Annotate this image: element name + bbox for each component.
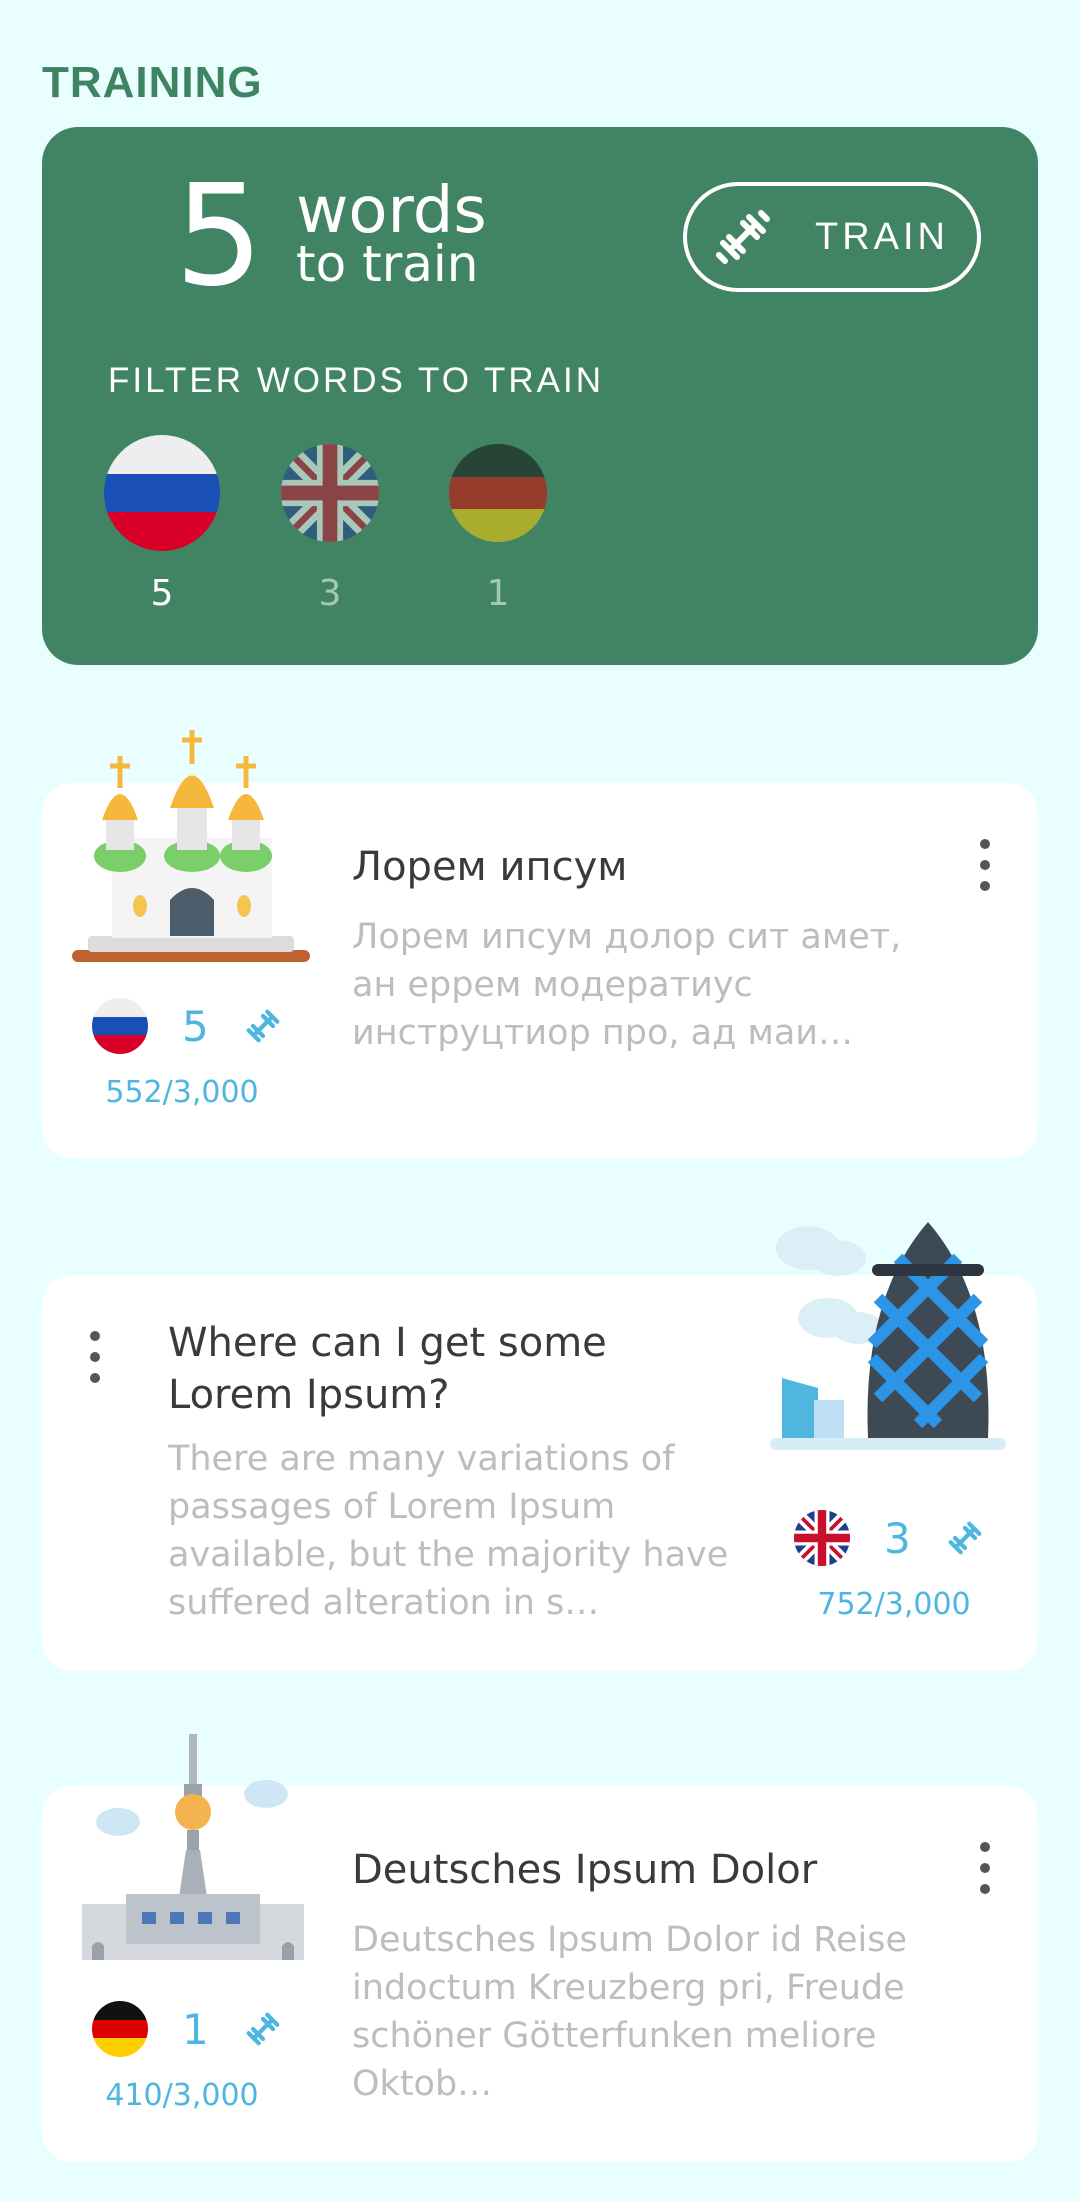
filter-english[interactable]: 3 [260,435,400,614]
uk-flag-icon [281,444,379,542]
lesson-title: Where can I get some Lorem Ipsum? [168,1320,607,1418]
berlin-tower-illustration [82,1734,304,1960]
filter-german-count: 1 [486,573,510,614]
training-card: 5 words to train TRAIN FILTER WORDS TO T… [42,127,1038,665]
russia-flag-icon [104,435,220,551]
london-gherkin-illustration [770,1222,1006,1450]
words-label: words [296,174,487,248]
train-button[interactable]: TRAIN [683,182,981,292]
filter-russian[interactable]: 5 [92,435,232,614]
lesson-title: Лорем ипсум [352,844,628,890]
lesson-description: Лорем ипсум долор сит амет, ан еррем мод… [352,917,902,1053]
lesson-stats: 5 [92,998,283,1054]
lesson-train-count: 3 [884,1513,911,1563]
lesson-stats: 1 [92,2001,283,2057]
uk-flag-icon [794,1510,850,1566]
train-button-label: TRAIN [815,215,949,258]
germany-flag-icon [92,2001,148,2057]
to-train-label: to train [296,235,479,293]
lesson-progress: 552/3,000 [105,1075,259,1110]
words-to-train-count: 5 [174,155,264,318]
kebab-menu-icon[interactable] [970,835,1000,895]
lesson-stats: 3 [794,1510,985,1566]
germany-flag-icon [449,444,547,542]
kebab-menu-icon[interactable] [80,1327,110,1387]
section-title: TRAINING [42,58,263,107]
kebab-menu-icon[interactable] [970,1838,1000,1898]
lesson-title: Deutsches Ipsum Dolor [352,1847,818,1893]
filter-english-count: 3 [318,573,342,614]
lesson-train-count: 5 [182,1001,209,1051]
lesson-description: Deutsches Ipsum Dolor id Reise indoctum … [352,1920,907,2104]
filter-german[interactable]: 1 [428,435,568,614]
filter-russian-count: 5 [150,573,174,614]
filter-title: FILTER WORDS TO TRAIN [108,361,605,400]
dumbbell-icon [246,1009,280,1043]
dumbbell-icon [948,1521,982,1555]
russia-flag-icon [92,998,148,1054]
dumbbell-icon [716,210,770,264]
lesson-progress: 752/3,000 [817,1587,971,1622]
lesson-progress: 410/3,000 [105,2078,259,2113]
lesson-train-count: 1 [182,2004,209,2054]
lesson-description: There are many variations of passages of… [168,1439,729,1623]
dumbbell-icon [246,2012,280,2046]
moscow-church-illustration [72,730,310,962]
